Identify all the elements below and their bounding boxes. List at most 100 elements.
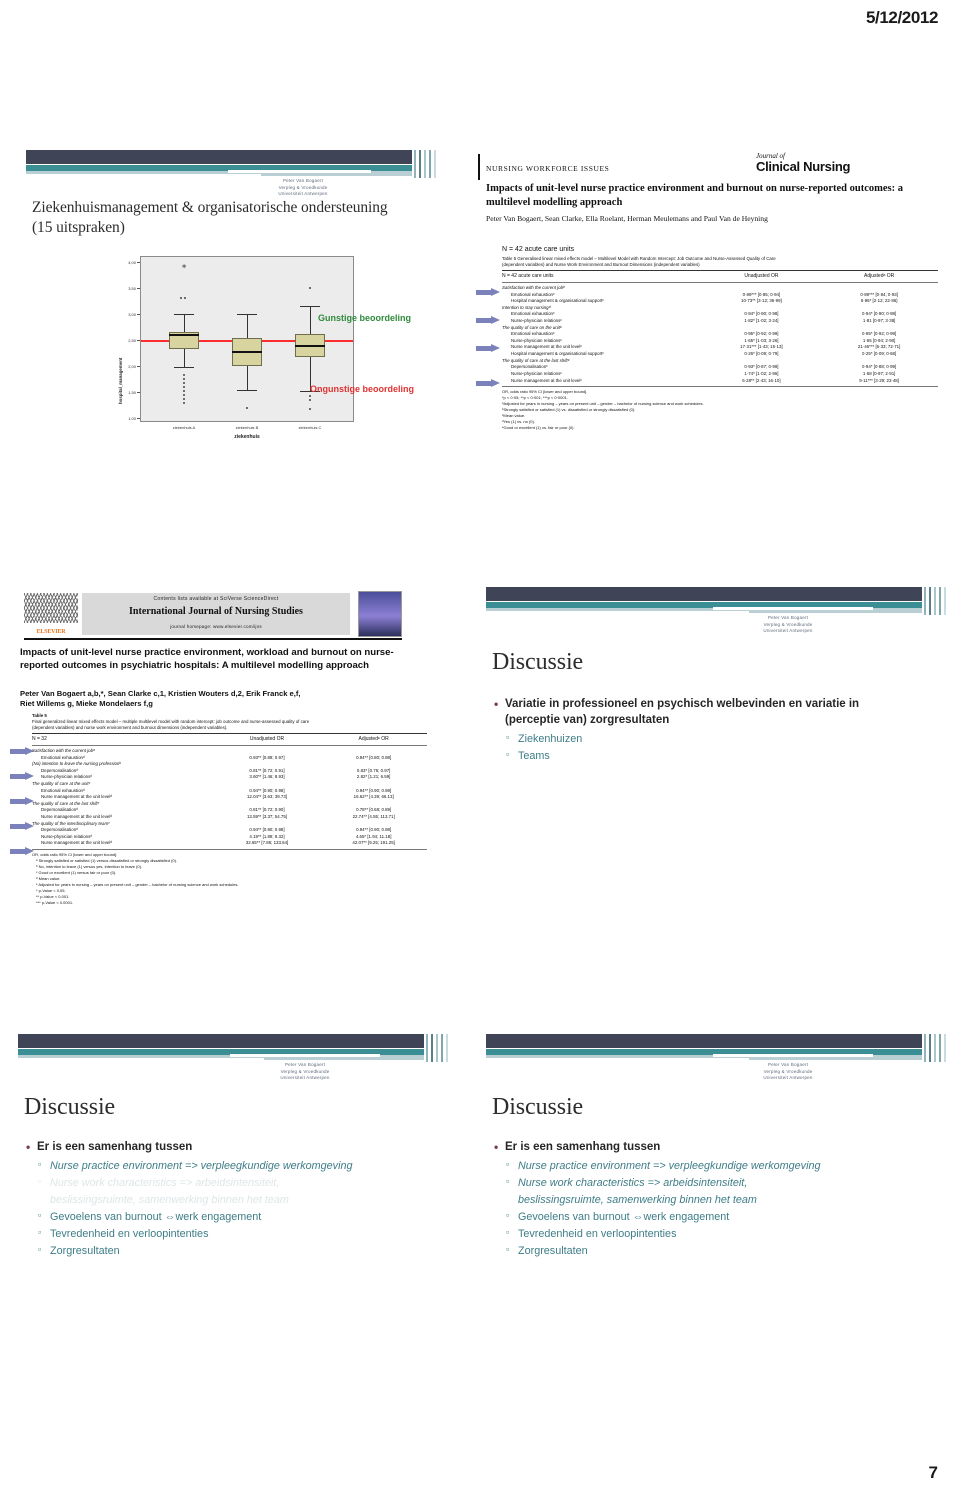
slide-header-bar	[10, 1032, 450, 1066]
table-cell-label: Nurse-physician relationsᵈ	[41, 774, 92, 780]
bullet-level-2: Teams	[492, 748, 912, 764]
table-cell-unadjusted: 32.65** [7.86; 133.64]	[245, 840, 289, 846]
bullet-level-1: Variatie in professioneel en psychisch w…	[492, 696, 912, 729]
table-cell-label: Emotional exhaustionᶜ	[511, 331, 555, 337]
slide-title: Discussie	[492, 1094, 584, 1120]
table-group-label: Intention to stay nursingᵈ	[502, 304, 551, 310]
table-group-row: Intention to stay nursingᵈ	[502, 305, 938, 312]
table-cell-label: Emotional exhaustionᵈ	[41, 787, 85, 793]
table-caption-line-1: Table 5 Generalised linear mixed effects…	[502, 256, 776, 261]
ijns-article-authors-line-2: Riet Willems g, Mieke Mondelaers f,g	[20, 699, 153, 708]
ijns-journal-homepage: journal homepage: www.elsevier.com/ijns	[170, 624, 262, 629]
slide-bullet-list: Er is een samenhang tussen Nurse practic…	[24, 1139, 439, 1262]
table-row: Depersonalisationᵈ 0.81** [0.72; 0.91] 0.8…	[32, 768, 427, 775]
slide-discussie-variatie[interactable]: Peter Van Bogaert Verpleg & Vroedkunde U…	[478, 585, 948, 895]
table-cell-unadjusted: 0·89*** [0·85; 0·94]	[742, 291, 781, 297]
table-header-row: N = 32 Unadjusted OR Adjustedᵉ OR	[32, 734, 427, 746]
table-row: Nurse-physician relationsᵈ 4.19** [1.89; …	[32, 834, 427, 841]
annotation-unfavorable: Ongunstige beoordeling	[310, 384, 414, 394]
table-row: Nurse management at the unit levelᵈ 32.65…	[32, 840, 427, 847]
masthead-bottom-rule	[24, 638, 402, 640]
highlight-arrow-icon	[10, 822, 36, 831]
chart-y-tickmark	[137, 340, 140, 341]
table-cell-label: Nurse management at the unit levelᵈ	[41, 814, 112, 819]
author-watermark: Peter Van Bogaert Verpleg & Vroedkunde U…	[743, 615, 833, 635]
slide-discussie-samenhang-faded[interactable]: Peter Van Bogaert Verpleg & Vroedkunde U…	[10, 1032, 450, 1332]
header-white-accent	[486, 611, 750, 615]
annotation-favorable: Gunstige beoordeling	[318, 313, 412, 323]
slide-jcn-article[interactable]: NURSING WORKFORCE ISSUES Journal of Clin…	[476, 148, 948, 458]
table-cell-label: Emotional exhaustionᵈ	[41, 754, 85, 760]
table-row: Depersonalisationᵈ 0.81** [0.72; 0.90] 0.7…	[32, 807, 427, 814]
jcn-n-units-callout: N = 42 acute care units	[502, 246, 575, 253]
table-group-label: (No) intention to leave the nursing prof…	[32, 761, 121, 767]
table-row: Nurse management at the unit levelᶜ 17·31…	[502, 344, 938, 351]
elsevier-tree-icon	[24, 593, 78, 624]
bullet-level-1: Er is een samenhang tussen	[24, 1139, 439, 1156]
table-cell-adjusted: 0.94** [0.80; 0.98]	[356, 754, 392, 760]
ijns-journal-name: International Journal of Nursing Studies	[129, 606, 303, 617]
table-cell-adjusted: 16.62** [4.39; 66.13]	[353, 794, 394, 800]
slide-bullet-list: Er is een samenhang tussen Nurse practic…	[492, 1139, 922, 1262]
table-cell-adjusted: 42.07** [9.25; 191.25]	[352, 840, 395, 846]
table-cell-adjusted: 0.78** [0.68; 0.89]	[356, 807, 392, 813]
highlight-arrow-icon	[10, 772, 36, 781]
boxplot-whisker-cap	[300, 306, 320, 307]
table-cell-label: Nurse management at the unit levelᵈ	[41, 794, 112, 800]
chart-x-tick: ziekenhuis A	[172, 425, 196, 430]
table-group-row: Satisfaction with the current jobᵃ	[32, 748, 427, 755]
boxplot-whisker-cap	[237, 314, 257, 315]
watermark-line-3: Universiteit Antwerpen	[280, 1075, 330, 1081]
header-tick-icon	[929, 1034, 931, 1062]
table-row: Hospital management & organisational sup…	[502, 351, 938, 358]
highlight-arrow-icon	[476, 288, 502, 297]
header-tick-icon	[429, 150, 431, 178]
table-group-label: The quality of care on the unitᵉ	[502, 324, 562, 330]
table-cell-label: Depersonalisationᶜ	[511, 364, 548, 370]
boxplot-whisker-cap	[174, 314, 194, 315]
header-dark-band	[486, 587, 922, 601]
elsevier-wordmark: ELSEVIER	[36, 629, 66, 635]
table-cell-label: Nurse-physician relationsᶜ	[511, 337, 562, 343]
bullet-level-2: Zorgresultaten	[492, 1243, 922, 1259]
table-body: Satisfaction with the current jobᵃ Emoti…	[32, 746, 427, 847]
slide-ijns-article[interactable]: ELSEVIER Contents lists available at Sci…	[10, 585, 440, 905]
highlight-arrow-icon	[10, 797, 36, 806]
table-cell-adjusted: 0.83* [0.76; 0.97]	[356, 767, 391, 773]
table-group-row: (No) intention to leave the nursing prof…	[32, 761, 427, 768]
journal-masthead-band: Contents lists available at SciVerse Sci…	[82, 593, 350, 635]
table-footnotes: OR, odds ratio 95% CI [lower and upper b…	[32, 852, 427, 906]
table-footnote: *** p-Value < 0.0001.	[36, 899, 74, 905]
jcn-brand-name: Clinical Nursing	[756, 159, 851, 174]
author-watermark: Peter Van Bogaert Verpleg & Vroedkunde U…	[743, 1062, 833, 1082]
bullet-level-2: Gevoelens van burnout ⇔werk engagement	[492, 1209, 922, 1225]
table-cell-unadjusted: 0·94* [0·90; 0·98]	[744, 311, 779, 317]
table-cell-adjusted: 0.94** [0.90; 0.98]	[356, 827, 392, 833]
header-dark-band	[26, 150, 412, 164]
highlight-arrow-icon	[476, 316, 502, 325]
table-group-label: Satisfaction with the current jobᵃ	[32, 747, 95, 753]
table-cell-unadjusted: 0·26* [0·09; 0·79]	[744, 351, 779, 357]
slide-hospital-management[interactable]: Peter Van Bogaert Verpleg & Vroedkunde U…	[18, 148, 438, 458]
table-group-row: The quality of the interdisciplinary tea…	[32, 821, 427, 828]
highlight-arrow-icon	[476, 379, 502, 388]
table-group-label: Satisfaction with the current jobᵇ	[502, 284, 565, 290]
slide-bullet-list: Variatie in professioneel en psychisch w…	[492, 696, 912, 766]
slide-header-bar	[478, 585, 948, 619]
table-group-row: The quality of care at the last shiftᶜ	[32, 801, 427, 808]
header-tick-icon	[944, 1034, 946, 1062]
chart-y-tick: 3,00	[128, 312, 136, 317]
header-white-accent-2	[713, 607, 873, 610]
table-cell-unadjusted: 0.94** [0.90; 0.98]	[249, 787, 285, 793]
table-row: Depersonalisationᵈ 0.94** [0.90; 0.98] 0.9…	[32, 827, 427, 834]
table-cell-label: Emotional exhaustionᶜ	[511, 291, 555, 297]
slide-discussie-samenhang[interactable]: Peter Van Bogaert Verpleg & Vroedkunde U…	[478, 1032, 948, 1332]
table-col-header-adjusted: Adjustedᵉ OR	[358, 735, 389, 742]
chart-y-tick: 2,50	[128, 338, 136, 343]
table-cell-adjusted: 0·89*** [0·84; 0·93]	[860, 291, 898, 297]
table-caption: Table 5 Generalised linear mixed effects…	[502, 256, 938, 268]
bullet-level-2: Gevoelens van burnout ⇔werk engagement	[24, 1209, 439, 1225]
bullet-level-2: Nurse work characteristics => arbeidsint…	[492, 1175, 922, 1191]
table-cell-unadjusted: 10·73** [3·12; 36·99]	[741, 298, 782, 304]
table-cell-adjusted: 6·96* [2·12; 22·86]	[860, 298, 898, 304]
